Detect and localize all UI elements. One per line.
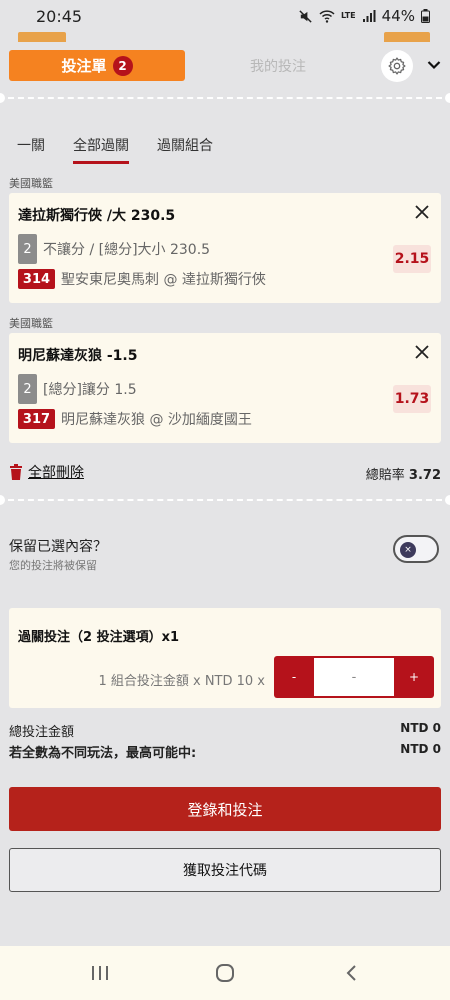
stake-label: 1 組合投注金額 x NTD 10 x xyxy=(98,674,265,689)
selection-count: 2 xyxy=(18,234,37,264)
trash-icon xyxy=(10,464,22,480)
bet-match-row: 314 聖安東尼奧馬刺 @ 達拉斯獨行俠 xyxy=(18,269,266,289)
recents-button[interactable] xyxy=(87,960,113,986)
status-icons: LTE 44% xyxy=(298,7,430,25)
ticket-divider xyxy=(0,495,450,505)
bet-selection-title: 達拉斯獨行俠 /大 230.5 xyxy=(18,208,176,224)
home-button[interactable] xyxy=(212,960,238,986)
total-stake-label: 總投注金額 xyxy=(9,725,75,740)
keep-selection-toggle[interactable]: × xyxy=(393,535,439,563)
ticket-divider xyxy=(0,93,450,103)
bet-match-row: 317 明尼蘇達灰狼 @ 沙加緬度國王 xyxy=(18,409,252,429)
gear-icon xyxy=(388,57,406,75)
background-banner-left xyxy=(18,32,66,42)
tab-parlay-combo[interactable]: 過關組合 xyxy=(157,135,213,161)
status-time: 20:45 xyxy=(36,7,83,26)
bet-market: 不讓分 / [總分]大小 230.5 xyxy=(43,242,211,258)
parlay-stake-card: 過關投注（2 投注選項）x1 1 組合投注金額 x NTD 10 x - - + xyxy=(9,608,441,708)
bet-market: [總分]讓分 1.5 xyxy=(43,382,137,398)
max-win-value: NTD 0 xyxy=(400,742,441,756)
background-banner-right xyxy=(384,32,430,42)
match-number: 314 xyxy=(18,269,55,289)
increase-stake-button[interactable]: + xyxy=(394,656,434,698)
bet-type-tabs: 一關 全部過關 過關組合 xyxy=(0,135,450,165)
recents-icon xyxy=(92,966,108,980)
signal-icon xyxy=(362,10,376,22)
betslip-count-badge: 2 xyxy=(112,55,133,76)
close-icon xyxy=(415,205,429,219)
odds-value: 2.15 xyxy=(393,245,431,273)
close-icon xyxy=(415,345,429,359)
collapse-button[interactable] xyxy=(424,55,444,75)
home-icon xyxy=(216,964,234,982)
bet-card: 明尼蘇達灰狼 -1.5 2 [總分]讓分 1.5 317 明尼蘇達灰狼 @ 沙加… xyxy=(9,333,441,443)
bet-match: 明尼蘇達灰狼 @ 沙加緬度國王 xyxy=(61,412,252,428)
match-number: 317 xyxy=(18,409,55,429)
betslip-tab-label: 投注單 xyxy=(61,57,107,75)
toggle-knob: × xyxy=(400,542,416,558)
stake-stepper: - - + xyxy=(274,656,434,698)
remove-bet-button[interactable] xyxy=(413,203,431,221)
battery-percent: 44% xyxy=(381,7,415,25)
remove-bet-button[interactable] xyxy=(413,343,431,361)
bet-market-row: 2 不讓分 / [總分]大小 230.5 xyxy=(18,234,210,264)
chevron-down-icon xyxy=(427,61,441,70)
mute-icon xyxy=(299,9,312,23)
login-and-bet-button[interactable]: 登錄和投注 xyxy=(9,787,441,831)
keep-selection-title: 保留已選內容？ xyxy=(9,539,107,555)
total-odds-value: 3.72 xyxy=(408,468,441,483)
bet-card: 達拉斯獨行俠 /大 230.5 2 不讓分 / [總分]大小 230.5 314… xyxy=(9,193,441,303)
bet-selection-title: 明尼蘇達灰狼 -1.5 xyxy=(18,348,138,364)
total-stake-value: NTD 0 xyxy=(400,721,441,735)
keep-selection-subtitle: 您的投注將被保留 xyxy=(9,559,97,572)
league-label: 美國職籃 xyxy=(9,317,53,330)
back-button[interactable] xyxy=(338,960,364,986)
tab-all-parlay[interactable]: 全部過關 xyxy=(73,135,129,164)
delete-all-button[interactable]: 全部刪除 xyxy=(9,462,84,482)
stake-input[interactable]: - xyxy=(314,658,394,696)
wifi-icon xyxy=(319,10,335,23)
max-win-label: 若全數為不同玩法，最高可能中: xyxy=(9,746,197,761)
total-odds: 總賠率 3.72 xyxy=(366,464,441,483)
back-icon xyxy=(346,965,356,981)
status-bar: 20:45 LTE 44% xyxy=(0,0,450,38)
bet-market-row: 2 [總分]讓分 1.5 xyxy=(18,374,137,404)
get-bet-code-button[interactable]: 獲取投注代碼 xyxy=(9,848,441,892)
tab-single[interactable]: 一關 xyxy=(17,135,45,161)
league-label: 美國職籃 xyxy=(9,177,53,190)
my-bets-tab[interactable]: 我的投注 xyxy=(228,56,328,76)
delete-all-label: 全部刪除 xyxy=(28,465,84,481)
battery-icon xyxy=(421,9,430,23)
system-nav-bar xyxy=(0,946,450,1000)
betslip-header: 投注單 2 我的投注 xyxy=(0,42,450,92)
bet-match: 聖安東尼奧馬刺 @ 達拉斯獨行俠 xyxy=(61,272,266,288)
network-label: LTE xyxy=(340,11,356,20)
selection-count: 2 xyxy=(18,374,37,404)
parlay-title: 過關投注（2 投注選項）x1 xyxy=(18,630,180,645)
odds-value: 1.73 xyxy=(393,385,431,413)
total-odds-label: 總賠率 xyxy=(365,468,405,483)
settings-button[interactable] xyxy=(381,50,413,82)
decrease-stake-button[interactable]: - xyxy=(274,656,314,698)
betslip-tab[interactable]: 投注單 2 xyxy=(9,50,185,81)
